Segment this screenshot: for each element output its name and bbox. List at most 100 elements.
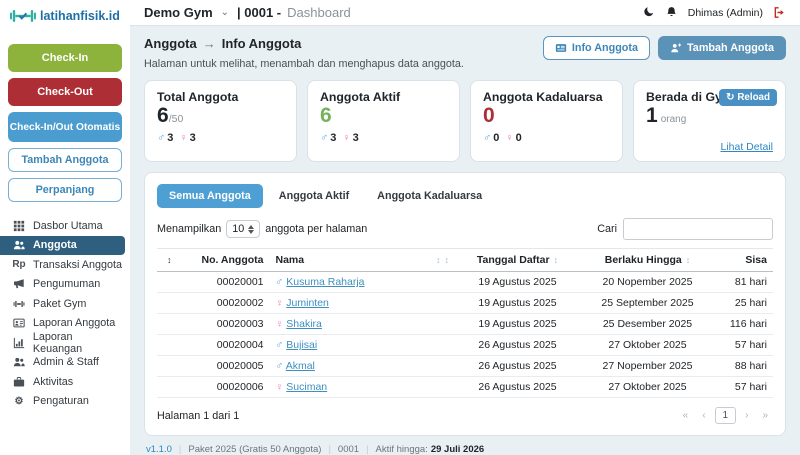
member-link[interactable]: Suciman xyxy=(286,381,327,393)
page-prev-button[interactable]: ‹ xyxy=(697,408,710,423)
table-row: 00020004 ♂ Bujisai 26 Agustus 2025 27 Ok… xyxy=(157,335,773,356)
nav-label: Pengumuman xyxy=(33,278,100,290)
page-size-suffix: anggota per halaman xyxy=(265,223,367,235)
tab-anggota-kadaluarsa[interactable]: Anggota Kadaluarsa xyxy=(365,184,494,208)
member-link[interactable]: Bujisai xyxy=(286,339,317,351)
col-berlaku-hingga[interactable]: Berlaku Hingga↕ xyxy=(580,249,715,272)
sort-icon[interactable]: ↕ xyxy=(436,255,441,265)
female-icon: ♀ xyxy=(505,132,513,144)
checkin-button[interactable]: Check-In xyxy=(8,44,122,72)
search-input[interactable] xyxy=(623,218,773,240)
sidebar-actions: Check-In Check-Out Check-In/Out Otomatis… xyxy=(0,32,130,202)
sort-icon[interactable]: ↕ xyxy=(167,255,172,265)
male-icon: ♂ xyxy=(157,132,165,144)
sidebar-item-laporan-keuangan[interactable]: Laporan Keuangan xyxy=(0,333,130,353)
stat-cards: Total Anggota 6/50 ♂3♀3 Anggota Aktif 6 … xyxy=(144,80,786,162)
members-table: ↕ No. Anggota Nama↕↕ Tanggal Daftar↕ Ber… xyxy=(157,248,773,398)
lihat-detail-link[interactable]: Lihat Detail xyxy=(720,141,773,153)
tab-anggota-aktif[interactable]: Anggota Aktif xyxy=(267,184,361,208)
breadcrumb-arrow-icon: → xyxy=(203,36,216,51)
gym-code: | 0001 - xyxy=(237,5,281,20)
col-tanggal-daftar[interactable]: Tanggal Daftar↕ xyxy=(455,249,580,272)
content-area: Anggota → Info Anggota Halaman untuk melih… xyxy=(130,26,800,455)
dark-mode-icon[interactable] xyxy=(642,6,655,19)
table-row: 00020001 ♂ Kusuma Raharja 19 Agustus 202… xyxy=(157,272,773,293)
sidebar-item-aktivitas[interactable]: Aktivitas xyxy=(0,372,130,392)
reload-button[interactable]: ↻Reload xyxy=(719,89,777,106)
app-shell: latihanfisik.id Check-In Check-Out Check… xyxy=(0,0,800,455)
sidebar-item-pengumuman[interactable]: Pengumuman xyxy=(0,275,130,295)
sort-icon[interactable]: ↕ xyxy=(686,255,691,265)
breadcrumb: Anggota → Info Anggota xyxy=(144,36,464,51)
tambah-anggota-button[interactable]: Tambah Anggota xyxy=(658,36,786,60)
col-nama[interactable]: Nama↕↕ xyxy=(270,249,456,272)
app-logo: latihanfisik.id xyxy=(0,0,130,32)
active-value: 6 xyxy=(320,104,447,128)
table-row: 00020006 ♀ Suciman 26 Agustus 2025 27 Ok… xyxy=(157,377,773,398)
rupiah-icon: Rp xyxy=(12,259,26,270)
members-panel: Semua Anggota Anggota Aktif Anggota Kada… xyxy=(144,172,786,436)
card-berada-di-gym: Berada di Gym ↻Reload 1orang Lihat Detai… xyxy=(633,80,786,162)
breadcrumb-parent[interactable]: Anggota xyxy=(144,36,197,51)
id-card-icon xyxy=(555,42,567,54)
page-description: Halaman untuk melihat, menambah dan meng… xyxy=(144,58,464,70)
search-label: Cari xyxy=(597,223,617,235)
female-icon: ♀ xyxy=(276,297,284,309)
admin-users-icon xyxy=(12,356,26,368)
female-icon: ♀ xyxy=(342,132,350,144)
chevron-down-icon[interactable]: ⌄ xyxy=(221,7,229,18)
breadcrumb-current: Info Anggota xyxy=(222,36,302,51)
gym-code-footer: 0001 xyxy=(338,444,359,455)
sort-icon[interactable]: ↕ xyxy=(554,255,559,265)
dumbbell-icon xyxy=(12,298,26,310)
sidebar-item-transaksi-anggota[interactable]: Rp Transaksi Anggota xyxy=(0,255,130,275)
topbar: Demo Gym ⌄ | 0001 - Dashboard Dhimas (Ad… xyxy=(130,0,800,26)
male-icon: ♂ xyxy=(483,132,491,144)
user-name[interactable]: Dhimas (Admin) xyxy=(688,7,763,19)
notifications-bell-icon[interactable] xyxy=(665,6,678,19)
info-anggota-button[interactable]: Info Anggota xyxy=(543,36,650,60)
sidebar-item-pengaturan[interactable]: ⚙ Pengaturan xyxy=(0,392,130,412)
page-first-button[interactable]: « xyxy=(678,408,694,423)
member-tabs: Semua Anggota Anggota Aktif Anggota Kada… xyxy=(157,184,773,208)
nav-label: Transaksi Anggota xyxy=(33,259,122,271)
page-next-button[interactable]: › xyxy=(740,408,753,423)
nav-label: Dasbor Utama xyxy=(33,220,103,232)
person-plus-icon xyxy=(670,42,682,54)
chart-icon xyxy=(12,337,26,349)
sidebar-item-anggota[interactable]: Anggota xyxy=(0,236,125,256)
nav-label: Pengaturan xyxy=(33,395,89,407)
page-last-button[interactable]: » xyxy=(757,408,773,423)
sort-icon[interactable]: ↕ xyxy=(445,255,450,265)
sidebar-item-admin-staff[interactable]: Admin & Staff xyxy=(0,353,130,373)
add-member-sidebar-button[interactable]: Tambah Anggota xyxy=(8,148,122,172)
nav-label: Anggota xyxy=(33,239,77,251)
pagination: « ‹ 1 › » xyxy=(678,407,773,424)
col-sisa[interactable]: Sisa xyxy=(715,249,773,272)
female-icon: ♀ xyxy=(179,132,187,144)
sidebar-item-paket-gym[interactable]: Paket Gym xyxy=(0,294,130,314)
member-link[interactable]: Kusuma Raharja xyxy=(286,276,364,288)
member-link[interactable]: Juminten xyxy=(286,297,329,309)
page-1-button[interactable]: 1 xyxy=(715,407,737,424)
briefcase-icon xyxy=(12,376,26,388)
nav-label: Laporan Keuangan xyxy=(33,331,124,355)
member-link[interactable]: Shakira xyxy=(286,318,322,330)
col-no-anggota[interactable]: No. Anggota xyxy=(178,249,270,272)
extend-button[interactable]: Perpanjang xyxy=(8,178,122,202)
nav-label: Laporan Anggota xyxy=(33,317,115,329)
logout-icon[interactable] xyxy=(773,6,786,19)
male-icon: ♂ xyxy=(320,132,328,144)
tab-semua-anggota[interactable]: Semua Anggota xyxy=(157,184,263,208)
card-total-anggota: Total Anggota 6/50 ♂3♀3 xyxy=(144,80,297,162)
checkout-button[interactable]: Check-Out xyxy=(8,78,122,106)
sidebar-nav: Dasbor Utama Anggota Rp Transaksi Anggot… xyxy=(0,216,130,411)
auto-checkinout-button[interactable]: Check-In/Out Otomatis xyxy=(8,112,122,142)
sidebar-item-dasbor-utama[interactable]: Dasbor Utama xyxy=(0,216,130,236)
total-max: /50 xyxy=(169,113,184,125)
version-link[interactable]: v1.1.0 xyxy=(146,444,172,455)
page-size-select[interactable]: 10 xyxy=(226,220,260,238)
pagination-status: Halaman 1 dari 1 xyxy=(157,410,239,422)
member-link[interactable]: Akmal xyxy=(286,360,315,372)
gym-name-dropdown[interactable]: Demo Gym xyxy=(144,5,213,20)
